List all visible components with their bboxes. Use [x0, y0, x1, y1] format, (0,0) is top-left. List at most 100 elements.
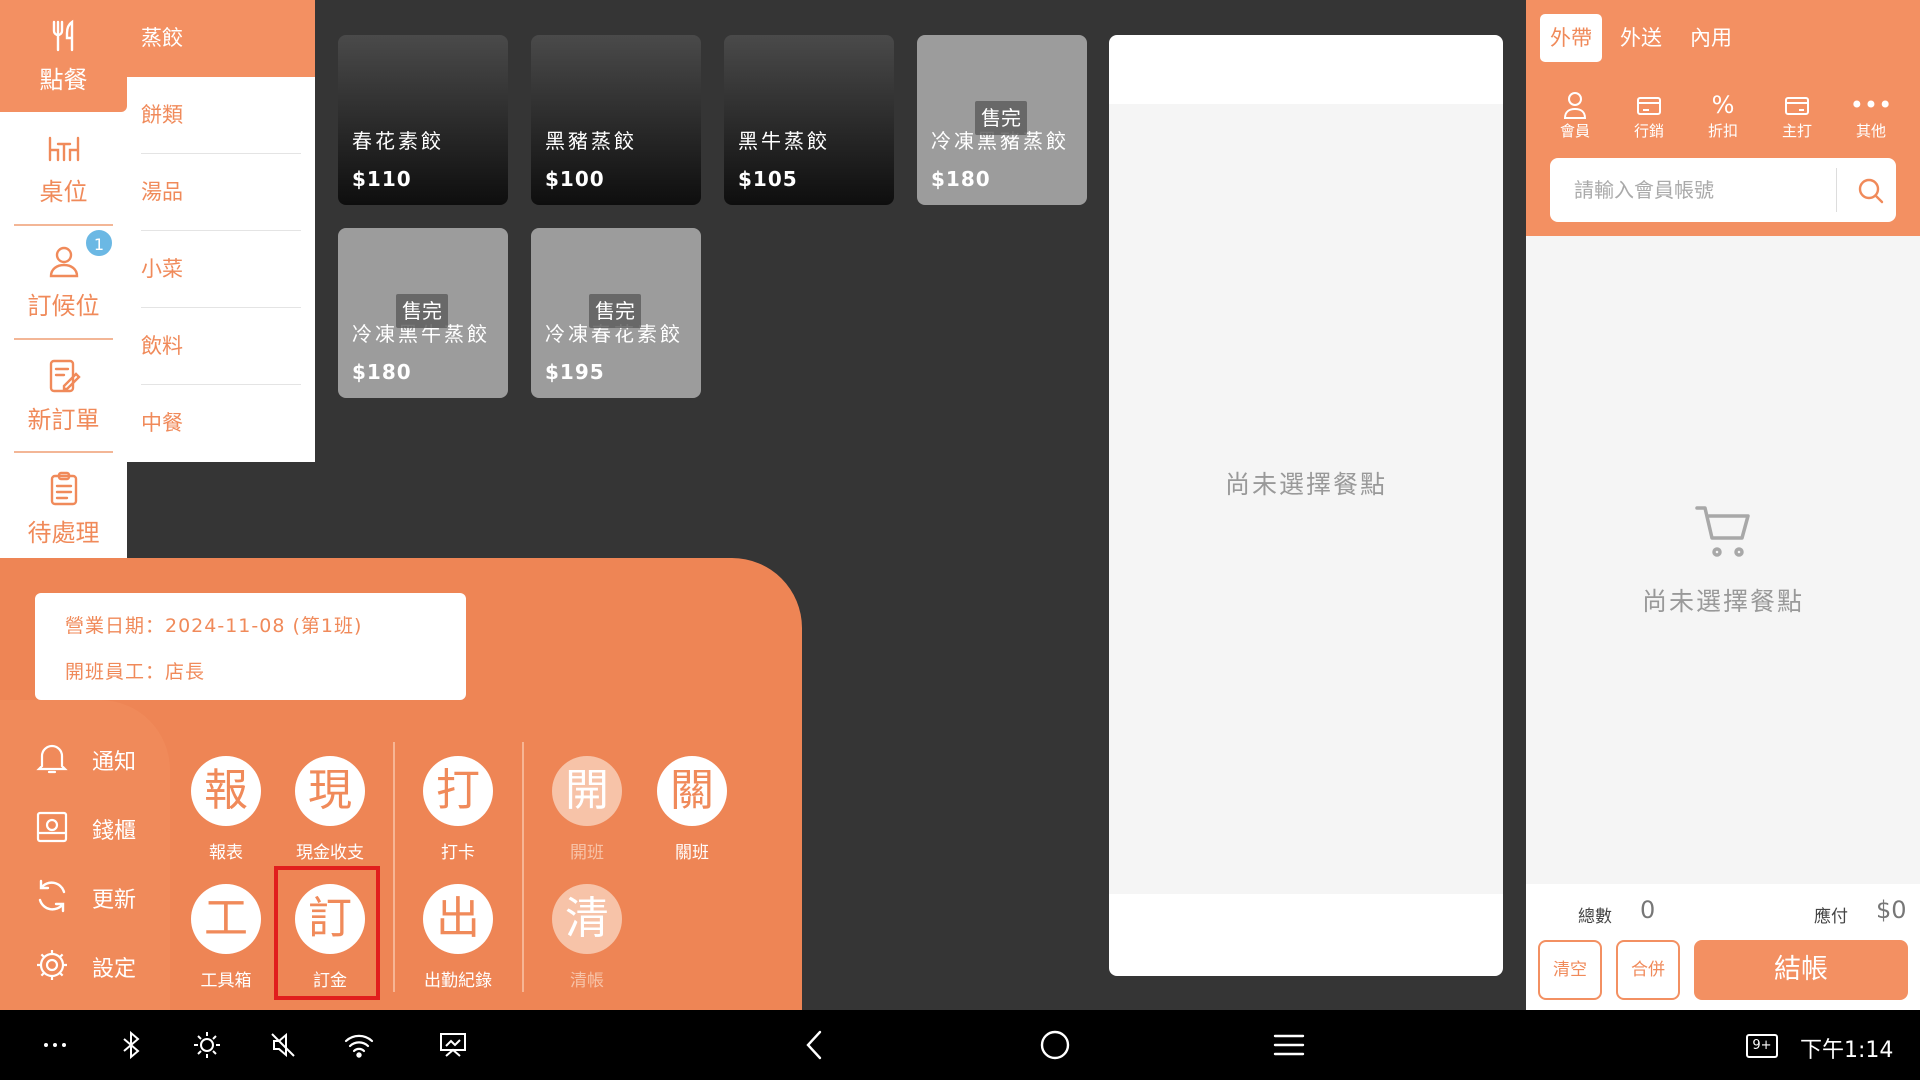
report-button[interactable]: 報 報表 — [166, 756, 286, 863]
clock-in-label: 打卡 — [441, 843, 475, 863]
cart-empty-text: 尚未選擇餐點 — [1641, 587, 1804, 616]
wifi-icon[interactable] — [342, 1028, 376, 1062]
detail-empty-text: 尚未選擇餐點 — [1224, 470, 1387, 499]
marketing-icon — [1637, 97, 1661, 115]
total-count-label: 總數 — [1578, 907, 1612, 927]
open-shift-label: 開班 — [570, 843, 604, 863]
attendance-button[interactable]: 出 出勤紀錄 — [398, 884, 518, 991]
gear-icon — [37, 950, 67, 980]
utensils-icon — [52, 19, 73, 51]
refresh-icon — [38, 879, 66, 913]
nav-new-order[interactable]: 新訂單 — [0, 340, 127, 452]
cash-drawer-icon — [36, 811, 68, 843]
product-name: 黑豬蒸餃 — [545, 129, 637, 153]
cart-icon — [1695, 506, 1750, 557]
system-clock: 下午1:14 — [1800, 1038, 1894, 1063]
side-cash-drawer[interactable]: 錢櫃 — [34, 807, 154, 847]
featured-icon — [1785, 97, 1809, 115]
edit-order-icon — [49, 359, 81, 392]
member-search-box — [1550, 158, 1896, 222]
amount-due-label: 應付 — [1814, 907, 1848, 927]
tool-other[interactable]: ••• 其他 — [1834, 90, 1908, 141]
tab-dine-in[interactable]: 內用 — [1680, 14, 1742, 62]
clock-in-button[interactable]: 打 打卡 — [398, 756, 518, 863]
tool-discount[interactable]: % 折扣 — [1686, 90, 1760, 141]
search-icon[interactable] — [1848, 168, 1892, 212]
total-count-value: 0 — [1640, 896, 1656, 924]
back-icon[interactable] — [798, 1028, 832, 1062]
percent-icon: % — [1711, 91, 1735, 119]
product-price: $195 — [545, 360, 605, 384]
nav-order[interactable]: 點餐 — [0, 0, 127, 112]
tool-marketing-label: 行銷 — [1633, 122, 1664, 140]
category-item[interactable]: 湯品 — [127, 154, 315, 231]
nav-tables[interactable]: 桌位 — [0, 112, 127, 224]
member-icon — [1563, 92, 1587, 119]
product-name: 春花素餃 — [352, 129, 444, 153]
home-icon[interactable] — [1038, 1028, 1072, 1062]
open-shift-icon: 開 — [552, 756, 622, 826]
tool-member[interactable]: 會員 — [1538, 90, 1612, 141]
cash-flow-icon: 現 — [295, 756, 365, 826]
screen-cast-icon[interactable] — [436, 1028, 470, 1062]
product-tile-sold-out[interactable]: 冷凍黑牛蒸餃 $180 售完 — [338, 228, 508, 398]
merge-button[interactable]: 合併 — [1616, 940, 1680, 1000]
checkout-button[interactable]: 結帳 — [1694, 940, 1908, 1000]
product-tile[interactable]: 黑牛蒸餃 $105 — [724, 35, 894, 205]
shift-info-card: 營業日期：2024-11-08 (第1班) 開班員工：店長 — [35, 593, 466, 700]
deposit-highlight-box — [274, 866, 380, 1000]
side-notify[interactable]: 通知 — [34, 738, 154, 778]
product-price: $180 — [931, 167, 991, 191]
tool-featured[interactable]: 主打 — [1760, 90, 1834, 141]
close-shift-label: 關班 — [675, 843, 709, 863]
more-dots-icon[interactable] — [38, 1028, 72, 1062]
product-price: $100 — [545, 167, 605, 191]
category-item[interactable]: 飲料 — [127, 308, 315, 385]
side-refresh-label: 更新 — [92, 888, 137, 913]
product-tile-sold-out[interactable]: 冷凍黑豬蒸餃 $180 售完 — [917, 35, 1087, 205]
settle-icon: 清 — [552, 884, 622, 954]
toolbox-label: 工具箱 — [200, 971, 252, 991]
member-account-input[interactable] — [1550, 158, 1836, 222]
nav-new-order-label: 新訂單 — [27, 405, 100, 434]
category-item[interactable]: 中餐 — [127, 385, 315, 462]
product-tile[interactable]: 春花素餃 $110 — [338, 35, 508, 205]
settle-button[interactable]: 清 清帳 — [527, 884, 647, 991]
person-icon — [49, 246, 78, 277]
product-tile[interactable]: 黑豬蒸餃 $100 — [531, 35, 701, 205]
settle-label: 清帳 — [570, 971, 604, 991]
close-shift-button[interactable]: 關 關班 — [632, 756, 752, 863]
product-name: 黑牛蒸餃 — [738, 129, 830, 153]
tool-marketing[interactable]: 行銷 — [1612, 90, 1686, 141]
report-label: 報表 — [209, 843, 243, 863]
order-panel: 外帶 外送 內用 會員 行銷 % 折扣 主打 ••• 其他 請輸入會員帳號 尚未… — [1526, 0, 1920, 1010]
open-shift-button[interactable]: 開 開班 — [527, 756, 647, 863]
tab-delivery[interactable]: 外送 — [1610, 14, 1672, 62]
tool-other-label: 其他 — [1855, 122, 1886, 140]
business-date: 營業日期：2024-11-08 (第1班) — [65, 615, 363, 637]
side-cash-drawer-label: 錢櫃 — [92, 819, 137, 844]
toolbox-button[interactable]: 工 工具箱 — [166, 884, 286, 991]
side-settings[interactable]: 設定 — [34, 945, 154, 985]
tab-takeout[interactable]: 外帶 — [1540, 14, 1602, 62]
product-price: $105 — [738, 167, 798, 191]
category-item[interactable]: 小菜 — [127, 231, 315, 308]
brightness-icon[interactable] — [190, 1028, 224, 1062]
nav-pending-label: 待處理 — [27, 518, 100, 547]
product-tile-sold-out[interactable]: 冷凍春花素餃 $195 售完 — [531, 228, 701, 398]
bluetooth-icon[interactable] — [114, 1028, 148, 1062]
cash-flow-button[interactable]: 現 現金收支 — [270, 756, 390, 863]
function-divider — [393, 742, 395, 992]
category-item[interactable]: 餅類 — [127, 77, 315, 154]
mute-icon[interactable] — [266, 1028, 300, 1062]
side-refresh[interactable]: 更新 — [34, 876, 154, 916]
category-item[interactable]: 蒸餃 — [127, 0, 315, 77]
clear-button[interactable]: 清空 — [1538, 940, 1602, 1000]
recent-apps-icon[interactable] — [1272, 1028, 1306, 1062]
main-nav: 點餐 桌位 訂候位 1 新訂單 待處理 — [0, 0, 127, 560]
notification-count-icon[interactable]: 9+ — [1746, 1034, 1778, 1058]
nav-pending[interactable]: 待處理 — [0, 453, 127, 565]
item-detail-panel: 尚未選擇餐點 — [1109, 35, 1503, 976]
attendance-label: 出勤紀錄 — [424, 971, 492, 991]
clock-in-icon: 打 — [423, 756, 493, 826]
